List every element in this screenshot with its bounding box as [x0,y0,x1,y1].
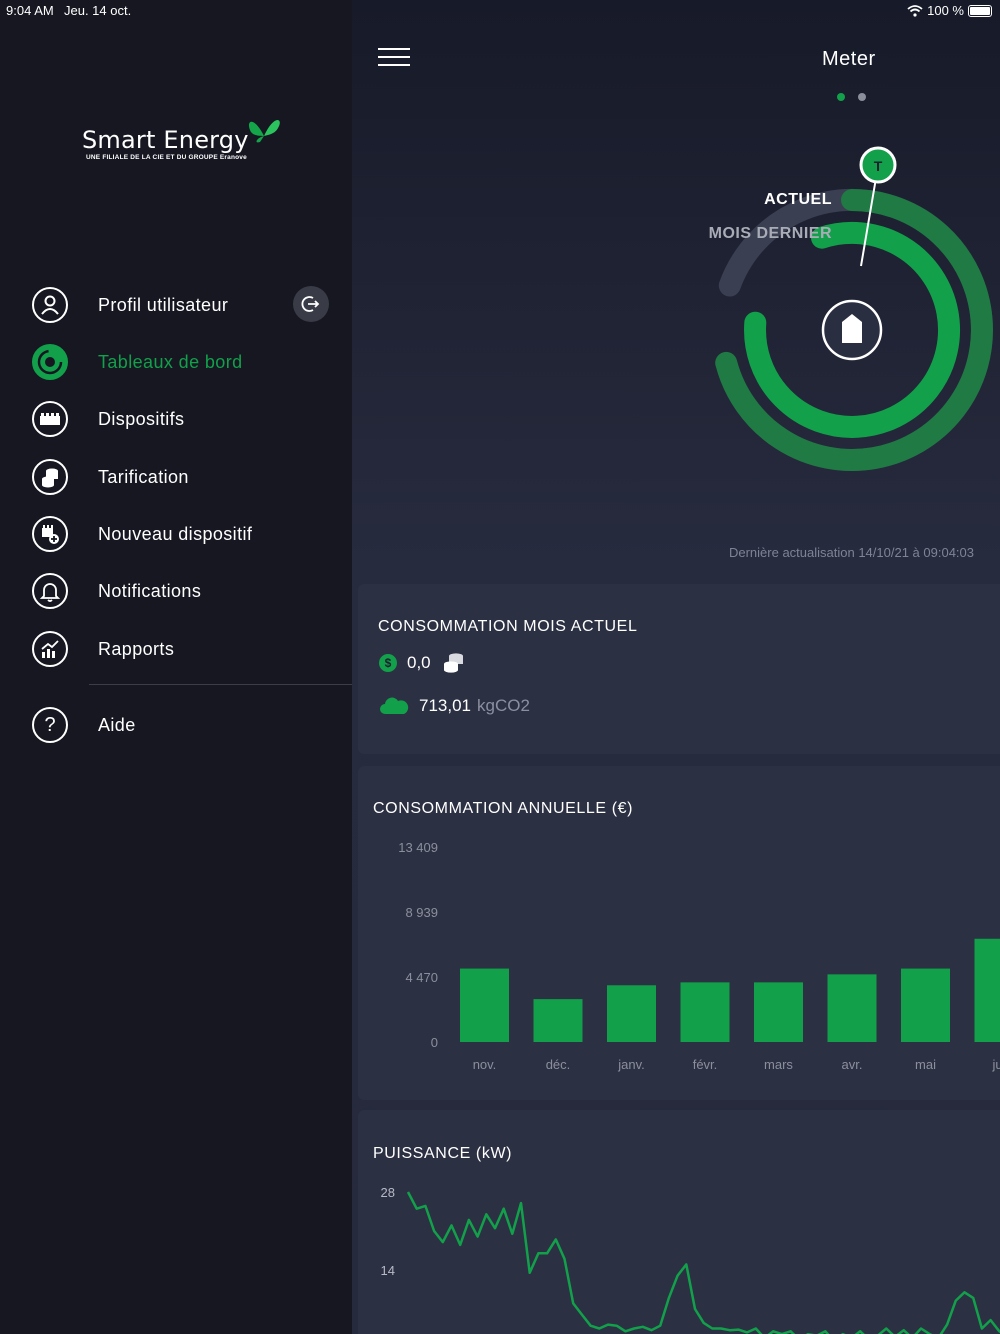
consumption-gauge: T [715,146,993,471]
current-month-card: CONSOMMATION MOIS ACTUEL $ 0,0 713,01 kg… [358,584,1000,754]
sidebar-item-label: Profil utilisateur [98,294,229,315]
help-icon: ? [32,707,68,743]
sidebar-item-devices[interactable]: Dispositifs [32,399,184,439]
sidebar-item-label: Rapports [98,638,175,659]
sidebar-item-help[interactable]: ? Aide [32,705,135,745]
y-tick-label: 13 409 [398,840,438,855]
x-tick-label: janv. [617,1057,645,1072]
status-bar: 9:04 AM Jeu. 14 oct. 100 % [0,0,1000,22]
y-tick-label: 8 939 [405,905,438,920]
bar[interactable] [607,985,656,1042]
x-tick-label: avr. [842,1057,863,1072]
gauge-marker-label: T [874,158,883,174]
add-device-icon [32,516,68,552]
sidebar-item-notifications[interactable]: Notifications [32,571,201,611]
sidebar-item-label: Tarification [98,466,189,487]
status-date: Jeu. 14 oct. [64,3,132,18]
main-panel: Meter T ACTUEL MOIS DERNIER Dernière act… [352,0,1000,1334]
wifi-icon [907,4,923,17]
x-tick-label: déc. [546,1057,571,1072]
status-time: 9:04 AM [6,3,54,18]
sidebar-item-label: Dispositifs [98,408,185,429]
bar[interactable] [533,999,583,1042]
sidebar: Smart Energy UNE FILIALE DE LA CIE ET DU… [0,0,352,1334]
x-tick-label: jui [991,1057,1000,1072]
dashboard-icon [32,344,68,380]
y-tick-label: 28 [381,1185,395,1200]
bar[interactable] [680,982,730,1042]
bell-icon [32,573,68,609]
sidebar-item-reports[interactable]: Rapports [32,629,174,669]
bar[interactable] [901,968,950,1042]
co2-row: 713,01 kgCO2 [379,696,530,716]
sidebar-item-new-device[interactable]: Nouveau dispositif [32,514,252,554]
current-month-title: CONSOMMATION MOIS ACTUEL [378,618,638,635]
dollar-icon: $ [379,654,397,672]
x-tick-label: nov. [473,1057,497,1072]
meter-device-icon [32,401,68,437]
cost-value: 0,0 [407,653,431,672]
sidebar-item-label: Aide [98,714,136,735]
annual-consumption-card: CONSOMMATION ANNUELLE (€) 0 4 470 8 939 13 … [358,766,1000,1100]
report-chart-icon [32,631,68,667]
sidebar-divider [89,684,352,685]
bar[interactable] [460,968,509,1042]
logout-button[interactable] [293,286,329,322]
sidebar-item-profile[interactable]: Profil utilisateur [32,285,228,325]
bar[interactable] [974,938,1000,1042]
power-line-chart: 14 28 [381,1185,1000,1334]
y-tick-label: 4 470 [405,970,438,985]
logo-tagline: UNE FILIALE DE LA CIE ET DU GROUPE Erano… [86,154,247,161]
gauge-label-current: ACTUEL [764,191,832,208]
x-tick-label: mai [915,1057,936,1072]
butterfly-icon [248,119,280,143]
bar[interactable] [827,974,877,1042]
co2-value: 713,01 [419,696,471,715]
battery-percent: 100 % [927,3,964,18]
sidebar-item-label: Nouveau dispositif [98,523,253,544]
annual-chart-title: CONSOMMATION ANNUELLE (€) [373,800,634,817]
status-right: 100 % [907,3,992,18]
logo-brand: Smart Energy [82,126,249,154]
y-tick-label: 0 [431,1035,438,1050]
sidebar-item-pricing[interactable]: Tarification [32,457,188,497]
power-card: PUISSANCE (kW) 14 28 [358,1110,1000,1334]
power-chart-title: PUISSANCE (kW) [373,1145,513,1162]
coins-icon [32,459,68,495]
x-tick-label: févr. [693,1057,718,1072]
gauge-label-last-month: MOIS DERNIER [708,225,832,242]
y-tick-label: 14 [381,1263,395,1278]
cloud-icon [380,697,409,714]
co2-unit: kgCO2 [477,696,530,715]
smart-energy-logo: Smart Energy UNE FILIALE DE LA CIE ET DU… [82,112,292,172]
bar[interactable] [754,982,803,1042]
x-tick-label: mars [764,1057,793,1072]
last-update-text: Dernière actualisation 14/10/21 à 09:04:… [728,545,974,560]
coins-stack-icon [443,653,463,673]
sidebar-item-label: Tableaux de bord [98,351,243,372]
sidebar-item-label: Notifications [98,580,202,601]
user-icon [32,287,68,323]
cost-row: $ 0,0 [379,652,465,674]
battery-icon [968,4,992,17]
sidebar-item-dashboards[interactable]: Tableaux de bord [32,342,242,382]
power-series-line [406,1191,1000,1334]
logout-icon [301,296,320,312]
